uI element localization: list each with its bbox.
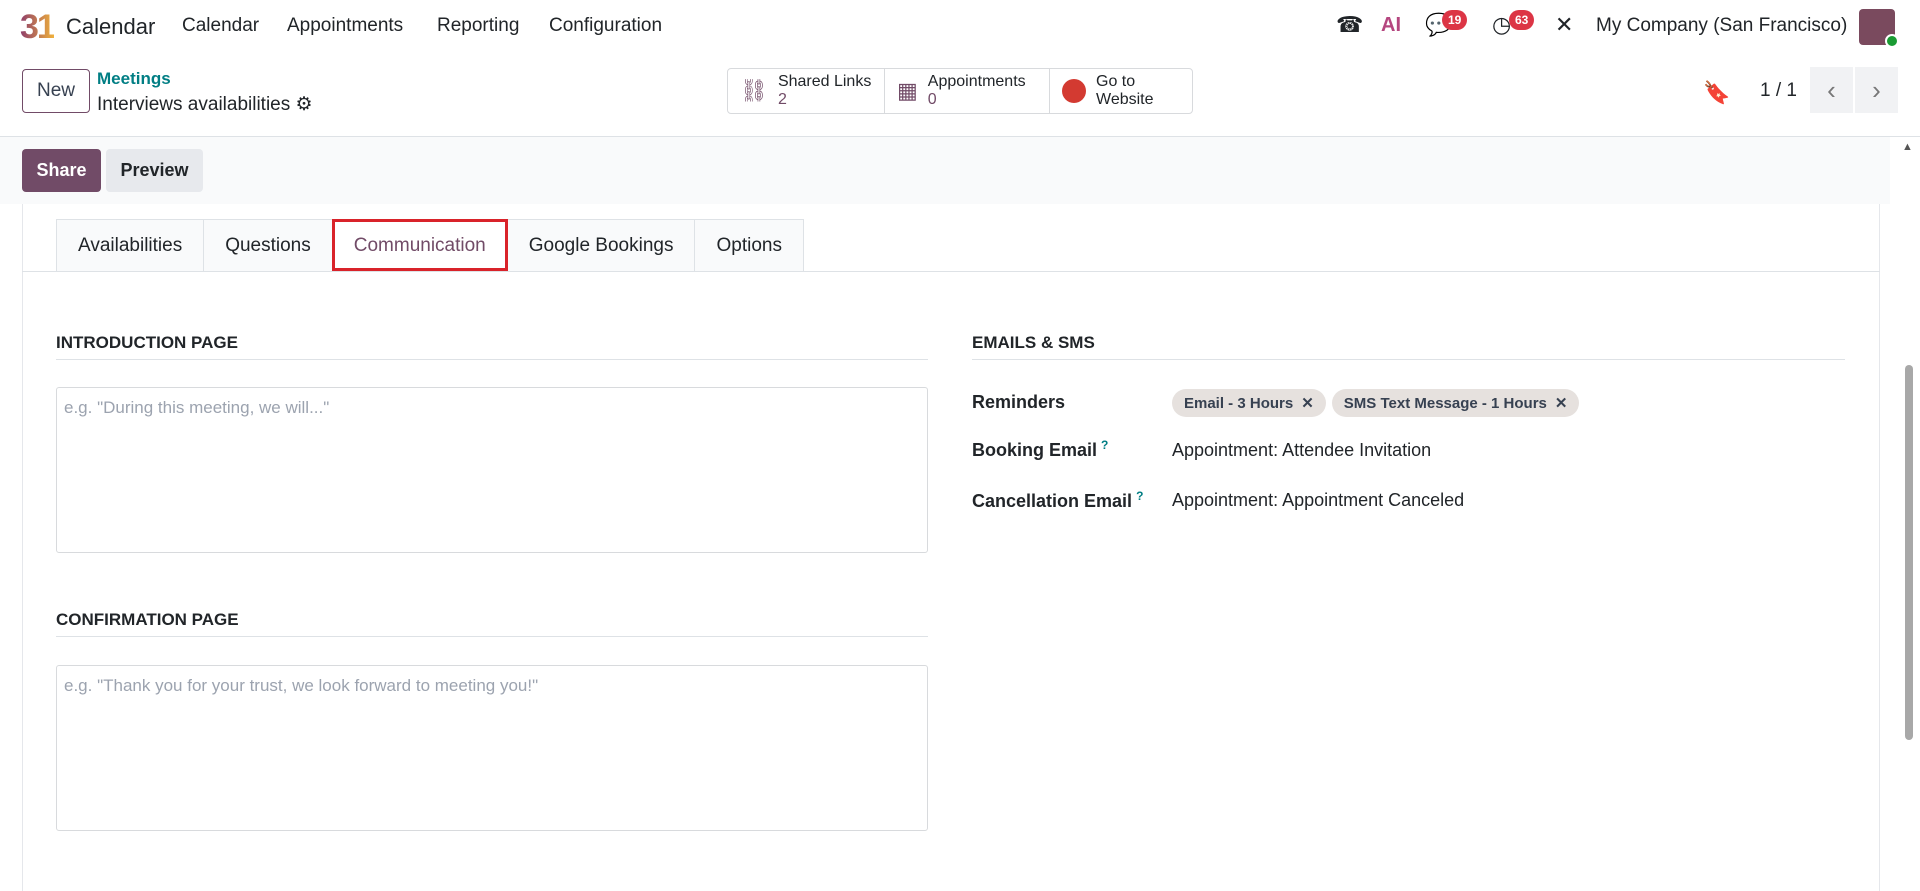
notebook-tabs: Availabilities Questions Communication G… bbox=[56, 219, 804, 271]
reminders-label: Reminders bbox=[972, 392, 1066, 412]
tab-communication[interactable]: Communication bbox=[331, 219, 508, 271]
booking-email-label: Booking Email? bbox=[972, 438, 1108, 461]
stat-value: 2 bbox=[777, 91, 787, 108]
tab-google-bookings[interactable]: Google Bookings bbox=[506, 219, 696, 271]
phone-icon[interactable]: ☎ bbox=[1336, 12, 1363, 38]
remove-tag-icon[interactable]: ✕ bbox=[1555, 394, 1568, 412]
menu-configuration[interactable]: Configuration bbox=[549, 15, 662, 37]
stat-label: Appointments bbox=[927, 73, 1026, 90]
menu-calendar[interactable]: Calendar bbox=[182, 15, 259, 37]
new-button[interactable]: New bbox=[22, 69, 90, 113]
bookmark-icon[interactable]: 🔖 bbox=[1703, 80, 1730, 106]
app-logo[interactable]: 31 bbox=[20, 8, 56, 47]
breadcrumb-meetings[interactable]: Meetings bbox=[97, 69, 171, 89]
label-text: Cancellation Email bbox=[972, 491, 1133, 511]
company-switcher[interactable]: My Company (San Francisco) bbox=[1596, 15, 1847, 37]
help-tooltip-icon[interactable]: ? bbox=[1101, 438, 1108, 452]
tag-label: Email - 3 Hours bbox=[1184, 394, 1294, 412]
go-to-website-button[interactable]: Go to Website bbox=[1050, 69, 1192, 113]
link-icon: ⛓ bbox=[740, 78, 768, 103]
next-record-button[interactable]: › bbox=[1855, 67, 1898, 113]
ai-icon[interactable]: AI bbox=[1381, 14, 1401, 37]
tab-questions[interactable]: Questions bbox=[203, 219, 333, 271]
help-tooltip-icon[interactable]: ? bbox=[1136, 489, 1143, 503]
app-name[interactable]: Calendar bbox=[66, 14, 155, 40]
record-title: Interviews availabilities ⚙ bbox=[97, 93, 313, 116]
confirmation-page-input[interactable]: e.g. "Thank you for your trust, we look … bbox=[56, 665, 928, 831]
smart-buttons: ⛓ Shared Links 2 ▦ Appointments 0 Go to Websi… bbox=[727, 68, 1193, 114]
scroll-up-icon[interactable]: ▲ bbox=[1902, 141, 1913, 153]
gear-icon[interactable]: ⚙ bbox=[296, 94, 313, 115]
introduction-page-input[interactable]: e.g. "During this meeting, we will..." bbox=[56, 387, 928, 553]
menu-reporting[interactable]: Reporting bbox=[437, 15, 519, 37]
cancellation-email-field[interactable]: Appointment: Appointment Canceled bbox=[1172, 490, 1464, 511]
cancellation-email-label: Cancellation Email? bbox=[972, 489, 1143, 512]
menu-appointments[interactable]: Appointments bbox=[287, 15, 403, 37]
shared-links-button[interactable]: ⛓ Shared Links 2 bbox=[728, 69, 885, 113]
stat-value: 0 bbox=[927, 91, 937, 108]
emails-sms-heading: EMAILS & SMS bbox=[972, 333, 1845, 360]
previous-record-button[interactable]: ‹ bbox=[1810, 67, 1853, 113]
pager-value[interactable]: 1 / 1 bbox=[1760, 80, 1797, 102]
calendar-icon: ▦ bbox=[897, 78, 918, 103]
stat-label: Website bbox=[1096, 91, 1154, 108]
tools-icon[interactable]: ✕ bbox=[1555, 12, 1573, 38]
confirmation-page-heading: CONFIRMATION PAGE bbox=[56, 610, 928, 637]
clock-icon[interactable]: ◷ bbox=[1492, 12, 1511, 38]
status-bar bbox=[0, 137, 1890, 204]
reminders-field[interactable]: Email - 3 Hours ✕ SMS Text Message - 1 Hou… bbox=[1172, 389, 1585, 417]
chat-badge: 19 bbox=[1442, 10, 1468, 30]
booking-email-field[interactable]: Appointment: Attendee Invitation bbox=[1172, 440, 1431, 461]
tab-divider bbox=[22, 271, 1880, 272]
tab-availabilities[interactable]: Availabilities bbox=[56, 219, 205, 271]
scrollbar-thumb[interactable] bbox=[1905, 365, 1913, 740]
stat-label: Go to bbox=[1096, 73, 1136, 90]
avatar[interactable] bbox=[1859, 9, 1899, 48]
tag-label: SMS Text Message - 1 Hours bbox=[1343, 394, 1547, 412]
preview-button[interactable]: Preview bbox=[106, 149, 203, 192]
globe-icon bbox=[1062, 79, 1086, 103]
appointments-button[interactable]: ▦ Appointments 0 bbox=[885, 69, 1050, 113]
share-button[interactable]: Share bbox=[22, 149, 101, 192]
record-name: Interviews availabilities bbox=[97, 94, 291, 115]
introduction-page-heading: INTRODUCTION PAGE bbox=[56, 333, 928, 360]
reminder-tag: SMS Text Message - 1 Hours ✕ bbox=[1331, 389, 1580, 417]
activity-badge: 63 bbox=[1509, 10, 1535, 30]
online-status-icon bbox=[1885, 34, 1899, 48]
label-text: Booking Email bbox=[972, 440, 1098, 460]
stat-label: Shared Links bbox=[777, 73, 872, 90]
reminder-tag: Email - 3 Hours ✕ bbox=[1172, 389, 1326, 417]
remove-tag-icon[interactable]: ✕ bbox=[1301, 394, 1314, 412]
tab-options[interactable]: Options bbox=[694, 219, 804, 271]
